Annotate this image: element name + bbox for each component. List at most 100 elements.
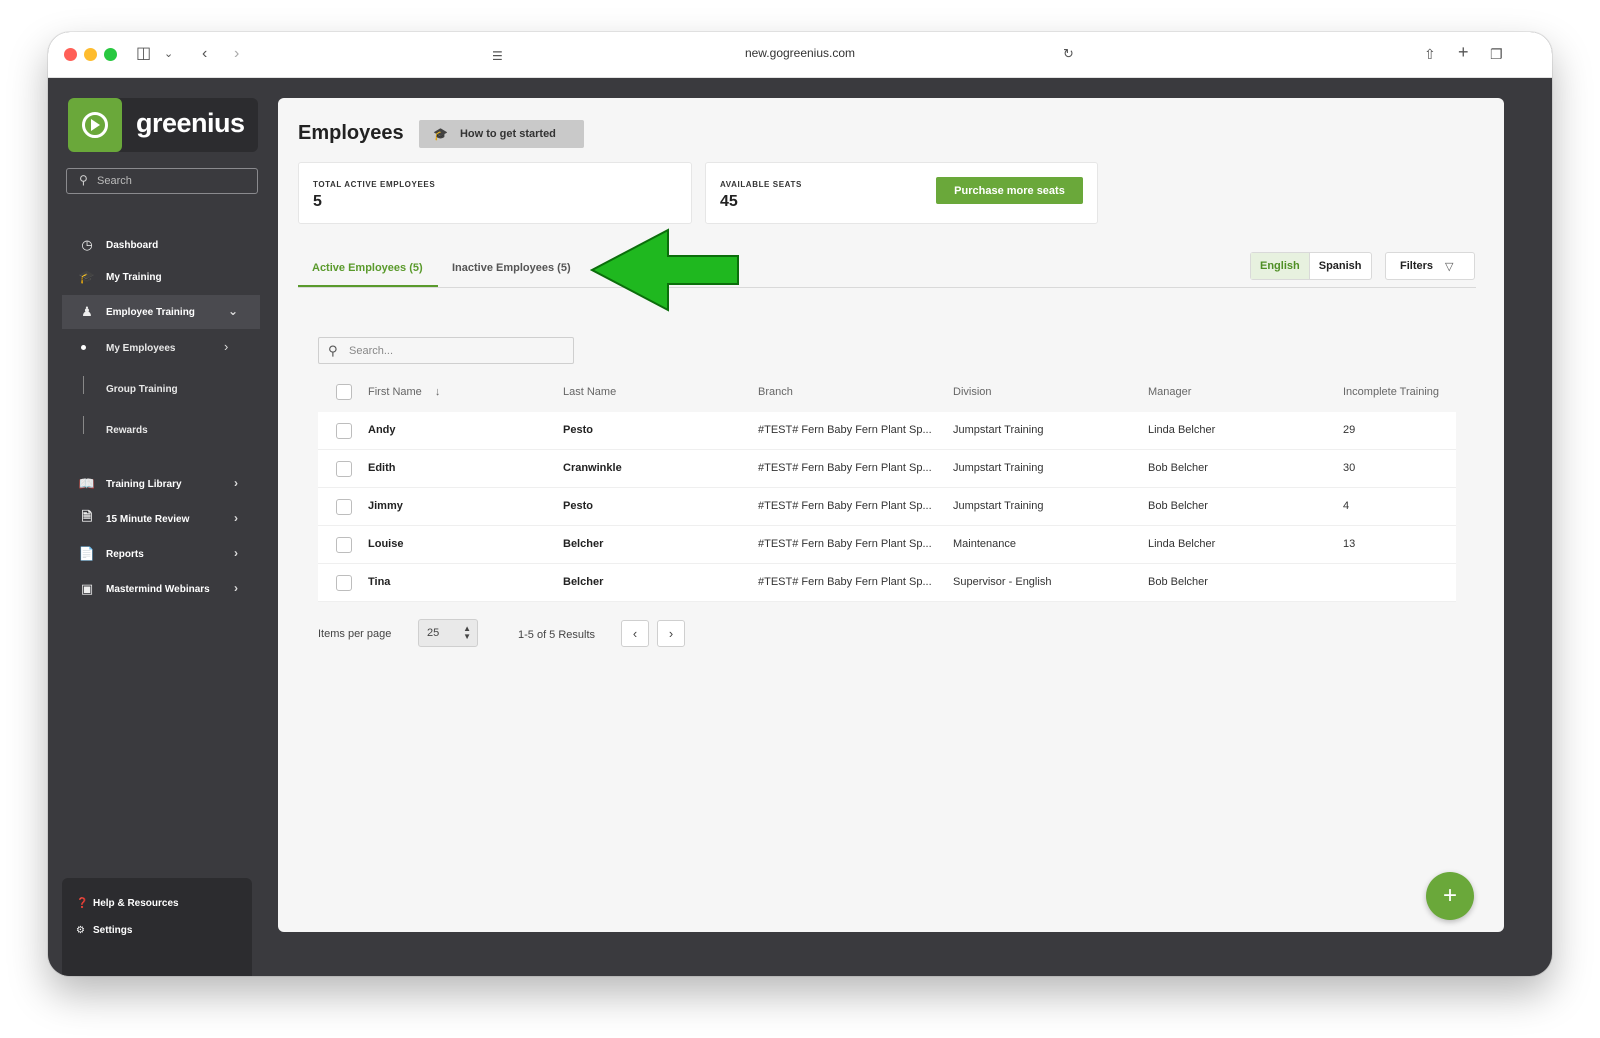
chevron-right-icon: › [668, 626, 674, 641]
sidebar-item-label: Employee Training [106, 306, 195, 318]
table-row[interactable]: Jimmy Pesto #TEST# Fern Baby Fern Plant … [318, 488, 1456, 526]
cell-manager: Linda Belcher [1148, 538, 1216, 550]
employee-search-input[interactable]: ⚲ Search... [318, 337, 574, 364]
chevron-right-icon: › [224, 339, 229, 354]
employee-search-placeholder: Search... [349, 345, 394, 357]
sidebar-sub-item-rewards[interactable]: Rewards [106, 425, 148, 436]
address-bar[interactable]: new.gogreenius.com [48, 46, 1552, 60]
cell-incomplete-training: 29 [1343, 424, 1356, 436]
row-checkbox[interactable] [336, 537, 352, 553]
tab-inactive-employees[interactable]: Inactive Employees (5) [452, 262, 571, 274]
table-row[interactable]: Edith Cranwinkle #TEST# Fern Baby Fern P… [318, 450, 1456, 488]
purchase-more-seats-button[interactable]: Purchase more seats [936, 177, 1083, 204]
language-spanish-button[interactable]: Spanish [1310, 253, 1371, 279]
cell-last-name: Pesto [563, 500, 593, 512]
column-header-last-name[interactable]: Last Name [563, 386, 616, 398]
how-to-get-started-label: How to get started [459, 128, 556, 140]
graduation-cap-icon: 🎓 [433, 127, 448, 141]
items-per-page-value: 25 [427, 627, 440, 639]
sidebar-item-training-library[interactable]: 📖 Training Library › [62, 467, 260, 501]
sidebar-item-settings[interactable]: ⚙ Settings [76, 925, 132, 936]
cell-last-name: Belcher [563, 538, 604, 550]
add-employee-button[interactable]: + [1426, 872, 1474, 920]
cell-division: Jumpstart Training [953, 424, 1044, 436]
annotation-arrow [590, 228, 739, 312]
row-checkbox[interactable] [336, 499, 352, 515]
sidebar-item-label: Help & Resources [93, 898, 179, 909]
cell-first-name: Jimmy [368, 500, 403, 512]
table-row[interactable]: Tina Belcher #TEST# Fern Baby Fern Plant… [318, 564, 1456, 602]
sidebar-item-help-resources[interactable]: ❓ Help & Resources [76, 898, 179, 909]
new-tab-icon[interactable]: + [1458, 42, 1469, 62]
cell-last-name: Cranwinkle [563, 462, 622, 474]
page-title: Employees [298, 122, 404, 144]
chevron-right-icon: › [234, 476, 238, 490]
column-header-manager[interactable]: Manager [1148, 386, 1191, 398]
sidebar-item-my-training[interactable]: 🎓 My Training [62, 260, 260, 294]
dashboard-icon: ◷ [81, 237, 93, 252]
cell-incomplete-training: 4 [1343, 500, 1350, 512]
document-icon: 🗎 [81, 509, 93, 524]
row-checkbox[interactable] [336, 575, 352, 591]
card-label: AVAILABLE SEATS [720, 180, 802, 189]
cell-first-name: Tina [368, 576, 391, 588]
items-per-page-label: Items per page [318, 628, 392, 640]
cell-first-name: Louise [368, 538, 404, 550]
table-header: First Name ↓ Last Name Branch Division M… [318, 374, 1456, 412]
cell-branch: #TEST# Fern Baby Fern Plant Sp... [758, 538, 932, 550]
tabs-overview-icon[interactable]: ❐ [1490, 44, 1503, 64]
share-icon[interactable]: ⇧ [1424, 44, 1436, 64]
card-value: 5 [313, 193, 322, 210]
sidebar-item-label: Dashboard [106, 239, 159, 251]
sidebar-item-label: Settings [93, 925, 133, 936]
help-icon: ❓ [76, 898, 89, 909]
table-row[interactable]: Andy Pesto #TEST# Fern Baby Fern Plant S… [318, 412, 1456, 450]
users-icon: ♟ [81, 304, 93, 319]
sidebar-sub-item-my-employees[interactable]: My Employees [106, 343, 175, 354]
sidebar-item-reports[interactable]: 📄 Reports › [62, 537, 260, 571]
report-icon: 📄 [78, 546, 96, 561]
column-header-incomplete-training[interactable]: Incomplete Training [1343, 386, 1439, 398]
items-per-page-select[interactable]: 25 ▲ ▼ [418, 619, 478, 647]
table-row[interactable]: Louise Belcher #TEST# Fern Baby Fern Pla… [318, 526, 1456, 564]
brand-logo[interactable]: greenius [68, 98, 258, 152]
column-header-first-name[interactable]: First Name ↓ [368, 386, 440, 398]
sidebar-item-dashboard[interactable]: ◷ Dashboard [62, 228, 260, 262]
sidebar-search-input[interactable]: ⚲ Search [66, 168, 258, 194]
language-english-button[interactable]: English [1251, 253, 1310, 279]
tab-active-employees[interactable]: Active Employees (5) [312, 262, 423, 274]
sidebar-bottom-panel: ❓ Help & Resources ⚙ Settings [62, 878, 252, 976]
select-all-checkbox[interactable] [336, 384, 352, 400]
row-checkbox[interactable] [336, 461, 352, 477]
filters-button[interactable]: Filters ▽ [1385, 252, 1475, 280]
next-page-button[interactable]: › [657, 620, 685, 647]
chevron-right-icon: › [234, 546, 238, 560]
cell-incomplete-training: 13 [1343, 538, 1356, 550]
available-seats-card: AVAILABLE SEATS 45 Purchase more seats [705, 162, 1098, 224]
brand-name: greenius [136, 108, 245, 138]
cell-manager: Bob Belcher [1148, 500, 1208, 512]
sidebar-item-mastermind-webinars[interactable]: ▣ Mastermind Webinars › [62, 572, 260, 606]
card-value: 45 [720, 193, 738, 210]
filters-label: Filters [1400, 260, 1434, 272]
search-icon: ⚲ [328, 343, 338, 358]
row-checkbox[interactable] [336, 423, 352, 439]
sidebar-item-15-minute-review[interactable]: 🗎 15 Minute Review › [62, 502, 260, 536]
cell-division: Jumpstart Training [953, 462, 1044, 474]
video-icon: ▣ [80, 581, 94, 596]
cell-manager: Bob Belcher [1148, 462, 1208, 474]
graduation-cap-icon: 🎓 [78, 269, 96, 284]
sidebar-item-employee-training[interactable]: ♟ Employee Training ⌄ [62, 295, 260, 329]
cell-division: Jumpstart Training [953, 500, 1044, 512]
column-header-branch[interactable]: Branch [758, 386, 793, 398]
previous-page-button[interactable]: ‹ [621, 620, 649, 647]
search-icon: ⚲ [79, 173, 88, 187]
sidebar-sub-item-group-training[interactable]: Group Training [106, 384, 178, 395]
chevron-down-icon: ⌄ [227, 304, 238, 318]
reload-icon[interactable]: ↻ [1063, 44, 1074, 64]
column-header-division[interactable]: Division [953, 386, 992, 398]
browser-titlebar: ◫ ⌄ ‹ › ☰ new.gogreenius.com ↻ ⇧ + ❐ [48, 32, 1552, 78]
how-to-get-started-button[interactable]: 🎓 How to get started [419, 120, 584, 148]
sub-item-connector [83, 416, 84, 434]
chevron-right-icon: › [234, 511, 238, 525]
